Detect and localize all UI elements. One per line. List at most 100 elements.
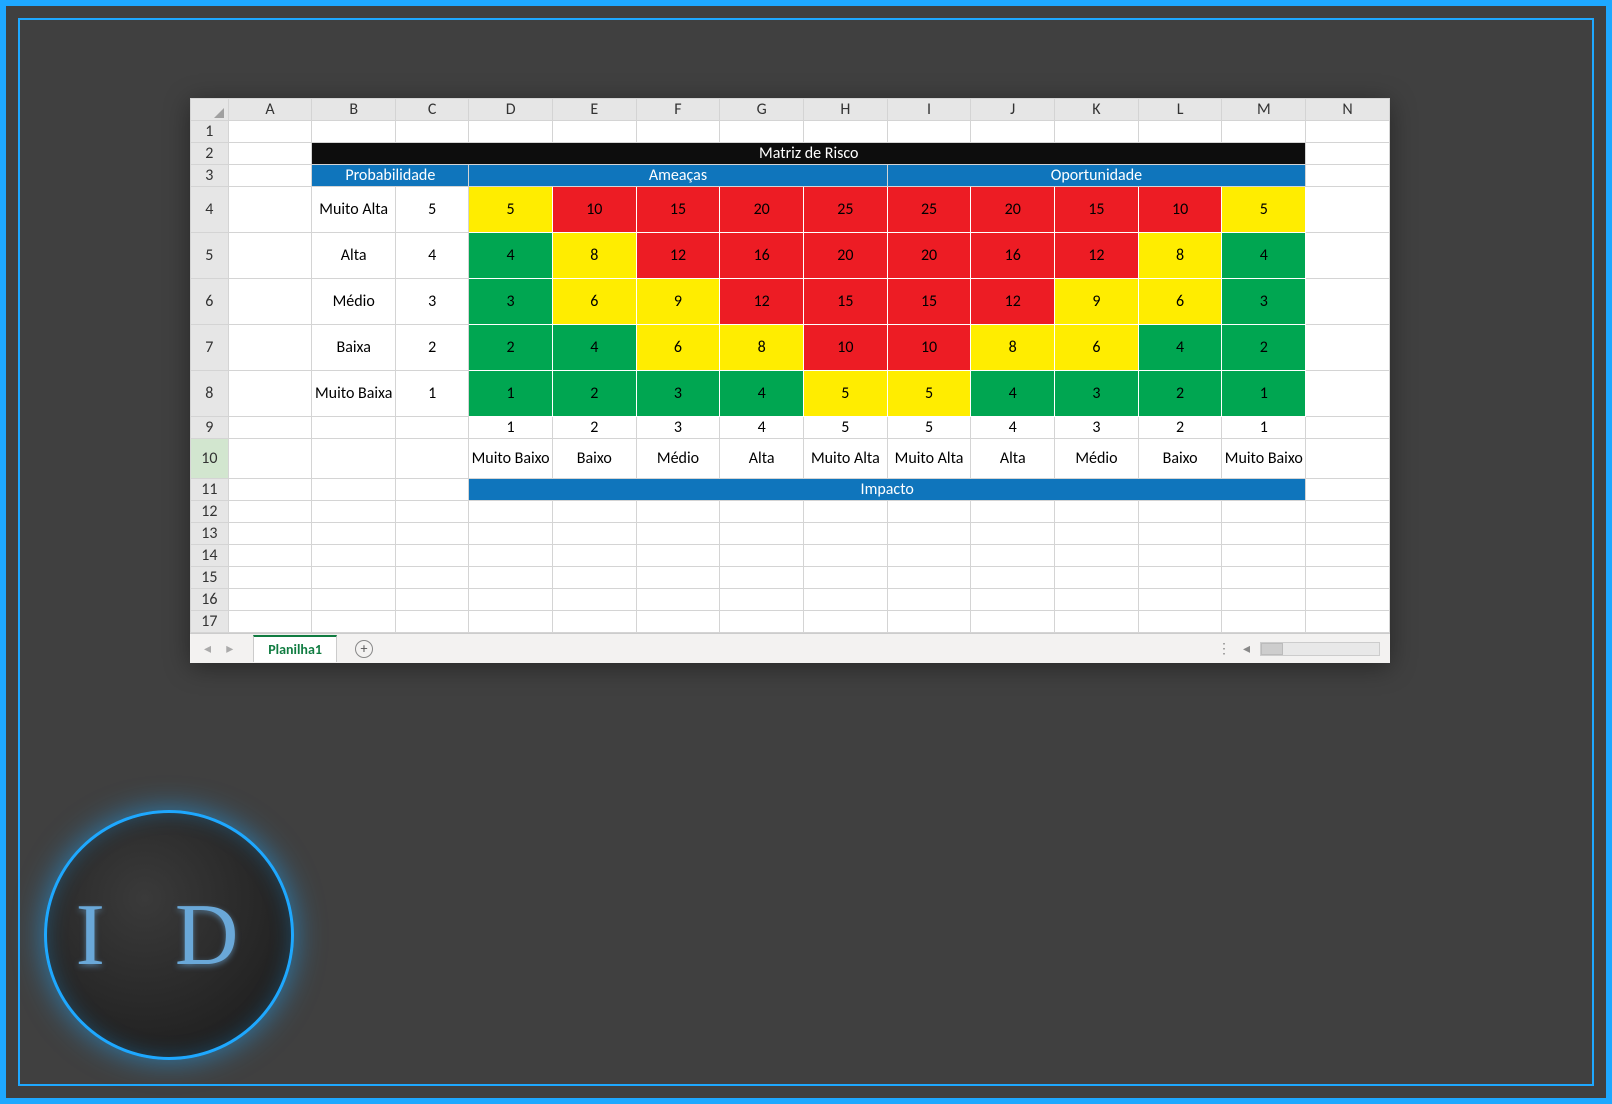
risk-cell[interactable]: 6 — [1055, 325, 1139, 371]
risk-cell[interactable]: 1 — [469, 371, 553, 417]
risk-cell[interactable]: 12 — [636, 233, 720, 279]
spreadsheet-grid[interactable]: A B C D E F G H I J K L M N — [190, 98, 1390, 633]
row-header[interactable]: 15 — [191, 567, 229, 589]
row-header[interactable]: 10 — [191, 439, 229, 479]
col-header[interactable]: G — [720, 99, 804, 121]
risk-cell[interactable]: 5 — [804, 371, 888, 417]
impact-value: 2 — [1138, 417, 1222, 439]
risk-cell[interactable]: 9 — [1055, 279, 1139, 325]
row-header[interactable]: 14 — [191, 545, 229, 567]
risk-cell[interactable]: 25 — [887, 187, 971, 233]
risk-cell[interactable]: 10 — [552, 187, 636, 233]
risk-cell[interactable]: 5 — [469, 187, 553, 233]
col-header[interactable]: M — [1222, 99, 1306, 121]
col-header[interactable]: H — [804, 99, 888, 121]
risk-cell[interactable]: 15 — [887, 279, 971, 325]
select-all-corner[interactable] — [191, 99, 229, 121]
risk-cell[interactable]: 20 — [971, 187, 1055, 233]
excel-spreadsheet[interactable]: A B C D E F G H I J K L M N — [190, 98, 1390, 663]
risk-cell[interactable]: 4 — [1222, 233, 1306, 279]
risk-cell[interactable]: 12 — [971, 279, 1055, 325]
row-header[interactable]: 12 — [191, 501, 229, 523]
risk-cell[interactable]: 8 — [720, 325, 804, 371]
col-header[interactable]: N — [1306, 99, 1390, 121]
row-header[interactable]: 17 — [191, 611, 229, 633]
risk-cell[interactable]: 4 — [1138, 325, 1222, 371]
scroll-left-icon[interactable]: ◂ — [1243, 640, 1250, 657]
risk-cell[interactable]: 20 — [804, 233, 888, 279]
risk-cell[interactable]: 8 — [971, 325, 1055, 371]
row-header[interactable]: 5 — [191, 233, 229, 279]
probability-label: Alta — [312, 233, 396, 279]
outer-frame: A B C D E F G H I J K L M N — [0, 0, 1612, 1104]
risk-cell[interactable]: 4 — [971, 371, 1055, 417]
col-header[interactable]: I — [887, 99, 971, 121]
risk-cell[interactable]: 9 — [636, 279, 720, 325]
risk-cell[interactable]: 10 — [887, 325, 971, 371]
risk-cell[interactable]: 6 — [1138, 279, 1222, 325]
row-header[interactable]: 2 — [191, 143, 229, 165]
impact-value: 1 — [469, 417, 553, 439]
risk-cell[interactable]: 10 — [1138, 187, 1222, 233]
risk-cell[interactable]: 5 — [887, 371, 971, 417]
row-header[interactable]: 3 — [191, 165, 229, 187]
risk-cell[interactable]: 4 — [552, 325, 636, 371]
risk-cell[interactable]: 15 — [1055, 187, 1139, 233]
risk-cell[interactable]: 6 — [636, 325, 720, 371]
row-header[interactable]: 4 — [191, 187, 229, 233]
col-header[interactable]: K — [1055, 99, 1139, 121]
risk-cell[interactable]: 3 — [636, 371, 720, 417]
risk-cell[interactable]: 2 — [552, 371, 636, 417]
risk-cell[interactable]: 8 — [552, 233, 636, 279]
risk-cell[interactable]: 3 — [1222, 279, 1306, 325]
probability-header: Probabilidade — [312, 165, 469, 187]
risk-cell[interactable]: 15 — [636, 187, 720, 233]
sheet-tab-active[interactable]: Planilha1 — [253, 635, 337, 662]
risk-cell[interactable]: 10 — [804, 325, 888, 371]
row-header[interactable]: 11 — [191, 479, 229, 501]
row-header[interactable]: 8 — [191, 371, 229, 417]
row-header[interactable]: 6 — [191, 279, 229, 325]
risk-cell[interactable]: 2 — [1138, 371, 1222, 417]
risk-cell[interactable]: 3 — [469, 279, 553, 325]
col-header[interactable]: F — [636, 99, 720, 121]
row-header[interactable]: 7 — [191, 325, 229, 371]
risk-cell[interactable]: 5 — [1222, 187, 1306, 233]
impact-label: Muito Alta — [887, 439, 971, 479]
risk-cell[interactable]: 25 — [804, 187, 888, 233]
risk-cell[interactable]: 2 — [469, 325, 553, 371]
col-header[interactable]: J — [971, 99, 1055, 121]
impact-value: 1 — [1222, 417, 1306, 439]
risk-cell[interactable]: 3 — [1055, 371, 1139, 417]
risk-cell[interactable]: 20 — [887, 233, 971, 279]
risk-cell[interactable]: 12 — [720, 279, 804, 325]
column-header-row[interactable]: A B C D E F G H I J K L M N — [191, 99, 1390, 121]
col-header[interactable]: B — [312, 99, 396, 121]
add-sheet-button[interactable]: + — [355, 640, 373, 658]
risk-cell[interactable]: 20 — [720, 187, 804, 233]
risk-cell[interactable]: 16 — [971, 233, 1055, 279]
risk-cell[interactable]: 6 — [552, 279, 636, 325]
risk-cell[interactable]: 2 — [1222, 325, 1306, 371]
tab-options-icon[interactable]: ⋮ — [1217, 640, 1233, 657]
risk-cell[interactable]: 4 — [720, 371, 804, 417]
risk-cell[interactable]: 16 — [720, 233, 804, 279]
row-header[interactable]: 16 — [191, 589, 229, 611]
risk-cell[interactable]: 15 — [804, 279, 888, 325]
impact-value: 4 — [720, 417, 804, 439]
row-header[interactable]: 1 — [191, 121, 229, 143]
col-header[interactable]: A — [228, 99, 312, 121]
col-header[interactable]: D — [469, 99, 553, 121]
risk-cell[interactable]: 12 — [1055, 233, 1139, 279]
risk-cell[interactable]: 8 — [1138, 233, 1222, 279]
horizontal-scrollbar[interactable] — [1260, 642, 1380, 656]
row-header[interactable]: 9 — [191, 417, 229, 439]
tab-nav-arrows[interactable]: ◂ ▸ — [190, 640, 253, 657]
inner-frame: A B C D E F G H I J K L M N — [18, 18, 1594, 1086]
col-header[interactable]: E — [552, 99, 636, 121]
col-header[interactable]: C — [396, 99, 469, 121]
risk-cell[interactable]: 4 — [469, 233, 553, 279]
row-header[interactable]: 13 — [191, 523, 229, 545]
col-header[interactable]: L — [1138, 99, 1222, 121]
risk-cell[interactable]: 1 — [1222, 371, 1306, 417]
